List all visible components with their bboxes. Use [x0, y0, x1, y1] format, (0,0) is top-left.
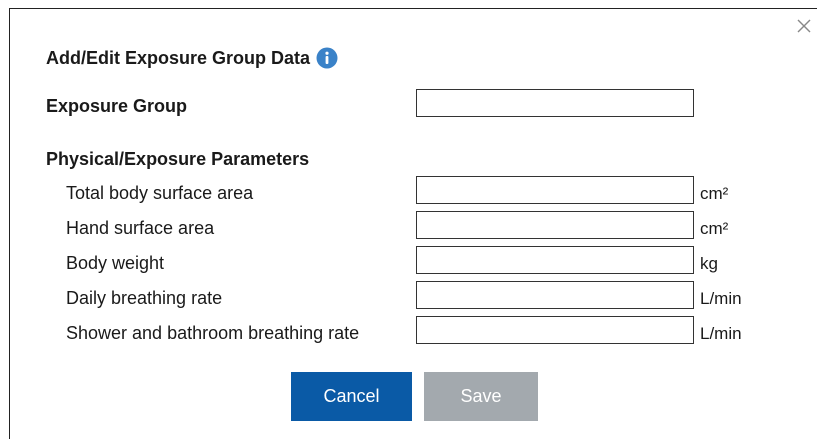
daily-breathing-rate-input[interactable] — [416, 281, 694, 309]
body-weight-unit: kg — [700, 254, 718, 273]
physical-parameters-heading: Physical/Exposure Parameters — [46, 149, 310, 169]
shower-breathing-rate-unit: L/min — [700, 324, 742, 343]
hand-surface-area-label: Hand surface area — [66, 218, 215, 238]
daily-breathing-rate-label: Daily breathing rate — [66, 288, 223, 308]
dialog-title: Add/Edit Exposure Group Data — [46, 47, 311, 68]
shower-breathing-rate-label: Shower and bathroom breathing rate — [66, 323, 360, 343]
exposure-group-input[interactable] — [416, 89, 694, 117]
total-body-surface-area-input[interactable] — [416, 176, 694, 204]
exposure-group-label: Exposure Group — [46, 96, 188, 116]
hand-surface-area-input[interactable] — [416, 211, 694, 239]
info-icon[interactable] — [316, 47, 338, 69]
exposure-group-dialog: Add/Edit Exposure Group Data Exposure Gr… — [9, 8, 817, 439]
body-weight-input[interactable] — [416, 246, 694, 274]
body-weight-label: Body weight — [66, 253, 165, 273]
save-button[interactable]: Save — [424, 372, 538, 421]
close-icon[interactable] — [795, 17, 813, 35]
daily-breathing-rate-unit: L/min — [700, 289, 742, 308]
total-body-surface-area-label: Total body surface area — [66, 183, 254, 203]
hand-surface-area-unit: cm² — [700, 219, 729, 238]
shower-breathing-rate-input[interactable] — [416, 316, 694, 344]
dialog-title-row: Add/Edit Exposure Group Data — [46, 47, 338, 69]
cancel-button[interactable]: Cancel — [291, 372, 412, 421]
total-body-surface-area-unit: cm² — [700, 184, 729, 203]
